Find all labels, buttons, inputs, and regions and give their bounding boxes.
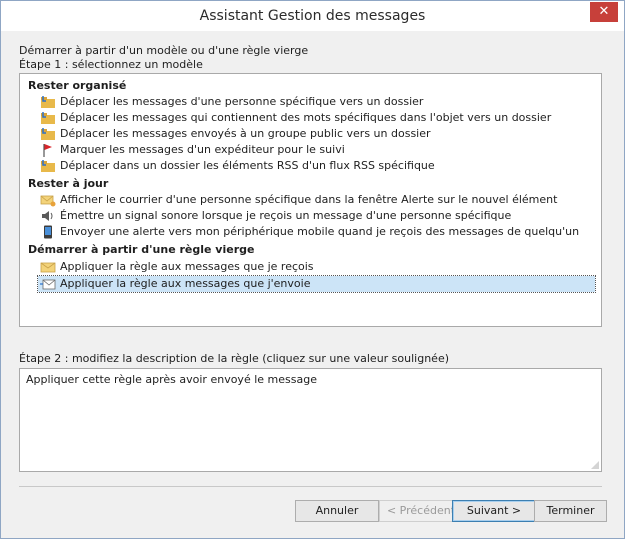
group-header-blank-rule: Démarrer à partir d'une règle vierge [28, 243, 255, 256]
template-item[interactable]: Marquer les messages d'un expéditeur pou… [40, 142, 595, 158]
folder-move-icon [41, 96, 55, 108]
speaker-icon [42, 211, 53, 221]
window-title: Assistant Gestion des messages [199, 8, 426, 24]
template-item-label: Déplacer les messages qui contiennent de… [60, 111, 552, 124]
start-label: Démarrer à partir d'un modèle ou d'une r… [19, 44, 309, 57]
template-item[interactable]: Déplacer dans un dossier les éléments RS… [40, 158, 595, 174]
rule-description-text: Appliquer cette règle après avoir envoyé… [26, 373, 317, 386]
folder-move-icon [41, 128, 55, 140]
template-item[interactable]: Déplacer les messages qui contiennent de… [40, 110, 595, 126]
title-bar: Assistant Gestion des messages ✕ [1, 1, 624, 31]
rules-wizard-window: Assistant Gestion des messages ✕ Démarre… [0, 0, 625, 539]
finish-button[interactable]: Terminer [534, 500, 607, 522]
rule-description-box[interactable]: Appliquer cette règle après avoir envoyé… [19, 368, 602, 472]
template-item[interactable]: Appliquer la règle aux messages que je r… [40, 259, 595, 275]
template-item-selected[interactable]: Appliquer la règle aux messages que j'en… [37, 275, 596, 293]
template-list[interactable]: Rester organisé Déplacer les messages d'… [19, 73, 602, 327]
template-item-label: Afficher le courrier d'une personne spéc… [60, 193, 558, 206]
group-header-organized: Rester organisé [28, 79, 127, 92]
group-header-stay-updated: Rester à jour [28, 177, 109, 190]
send-mail-icon [40, 279, 56, 290]
template-item-label: Déplacer dans un dossier les éléments RS… [60, 159, 435, 172]
step1-label: Étape 1 : sélectionnez un modèle [19, 58, 203, 71]
next-button[interactable]: Suivant > [452, 500, 536, 522]
close-icon: ✕ [598, 4, 610, 19]
template-item-label: Appliquer la règle aux messages que je r… [60, 260, 314, 273]
mobile-phone-icon [44, 225, 52, 239]
template-item-label: Envoyer une alerte vers mon périphérique… [60, 225, 580, 238]
resize-grip-icon [591, 461, 599, 469]
template-item[interactable]: Envoyer une alerte vers mon périphérique… [40, 224, 595, 240]
template-item-label: Appliquer la règle aux messages que j'en… [60, 277, 311, 290]
template-item-label: Émettre un signal sonore lorsque je reço… [60, 209, 512, 222]
previous-button[interactable]: < Précédent [379, 500, 463, 522]
mail-alert-icon [40, 195, 56, 207]
folder-move-icon [41, 160, 55, 172]
close-button[interactable]: ✕ [590, 2, 618, 22]
template-item[interactable]: Déplacer les messages d'une personne spé… [40, 94, 595, 110]
red-flag-icon [43, 144, 52, 157]
template-item-label: Déplacer les messages envoyés à un group… [60, 127, 431, 140]
footer-separator [19, 486, 602, 487]
folder-move-icon [41, 112, 55, 124]
step2-label: Étape 2 : modifiez la description de la … [19, 352, 450, 365]
template-item[interactable]: Afficher le courrier d'une personne spéc… [40, 192, 595, 208]
template-item-label: Marquer les messages d'un expéditeur pou… [60, 143, 345, 156]
cancel-button[interactable]: Annuler [295, 500, 379, 522]
template-item[interactable]: Émettre un signal sonore lorsque je reço… [40, 208, 595, 224]
template-item-label: Déplacer les messages d'une personne spé… [60, 95, 424, 108]
template-item[interactable]: Déplacer les messages envoyés à un group… [40, 126, 595, 142]
envelope-icon [40, 262, 56, 273]
